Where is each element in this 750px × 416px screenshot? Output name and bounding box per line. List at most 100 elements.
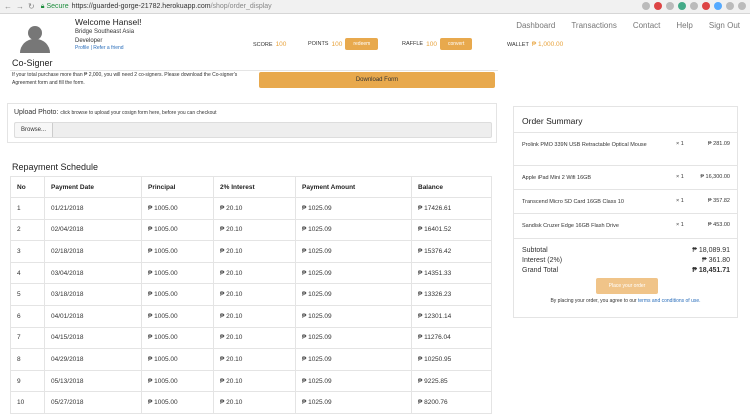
nav-dashboard[interactable]: Dashboard (516, 21, 555, 30)
table-cell: 05/27/2018 (44, 391, 142, 414)
terms-note: By placing your order, you agree to our … (514, 298, 737, 304)
table-cell: 9 (10, 369, 45, 393)
extension-icon[interactable] (678, 2, 686, 10)
browse-button[interactable]: Browse... (15, 123, 54, 137)
col-balance: Balance (411, 176, 492, 198)
nav-contact[interactable]: Contact (633, 21, 661, 30)
table-cell: ₱ 14351.33 (411, 261, 492, 285)
main-nav: Dashboard Transactions Contact Help Sign… (516, 21, 740, 30)
table-row: 1 01/21/2018 ₱ 1005.00 ₱ 20.10 ₱ 1025.09 ₱ 17… (10, 197, 492, 220)
table-cell: 6 (10, 304, 45, 328)
item-name: Transcend Micro SD Card 16GB Class 10 (522, 199, 624, 205)
table-cell: 01/21/2018 (44, 197, 142, 220)
table-cell: ₱ 17426.61 (411, 197, 492, 220)
subtotal-value: ₱ 18,089.91 (692, 247, 730, 254)
table-cell: ₱ 1005.00 (141, 348, 214, 371)
table-cell: 1 (10, 197, 45, 220)
file-input[interactable]: Browse... (14, 122, 492, 138)
address-bar[interactable]: https://guarded-gorge-21782.herokuapp.co… (72, 3, 272, 10)
table-cell: ₱ 12301.14 (411, 304, 492, 328)
table-cell: ₱ 20.10 (213, 369, 296, 393)
table-cell: 02/04/2018 (44, 218, 142, 242)
table-cell: ₱ 1005.00 (141, 197, 214, 220)
table-row: 9 05/13/2018 ₱ 1005.00 ₱ 20.10 ₱ 1025.09 ₱ 92… (10, 369, 492, 393)
item-qty: × 1 (676, 141, 684, 147)
nav-help[interactable]: Help (676, 21, 692, 30)
wallet-label: WALLET (507, 41, 529, 48)
table-cell: 8 (10, 348, 45, 371)
subtotal-label: Subtotal (522, 247, 548, 254)
extension-icon[interactable] (690, 2, 698, 10)
score-label: SCORE (253, 41, 273, 48)
points-label: POINTS (308, 41, 329, 47)
download-form-button[interactable]: Download Form (259, 72, 495, 88)
profile-links: Profile | Refer a friend (75, 45, 124, 51)
table-cell: 7 (10, 326, 45, 350)
cosigner-title: Co-Signer (12, 58, 53, 68)
summary-title: Order Summary (522, 116, 583, 126)
refer-friend-link[interactable]: Refer a friend (93, 45, 123, 51)
url-host: https://guarded-gorge-21782.herokuapp.co… (71, 3, 211, 10)
extension-icon[interactable] (654, 2, 662, 10)
redeem-button[interactable]: redeem (345, 38, 379, 50)
table-cell: ₱ 1005.00 (141, 240, 214, 263)
extension-icon[interactable] (702, 2, 710, 10)
reload-icon[interactable]: ↻ (28, 2, 35, 11)
table-cell: ₱ 20.10 (213, 304, 296, 328)
forward-icon[interactable]: → (16, 2, 24, 11)
table-cell: ₱ 1025.09 (295, 218, 412, 242)
score-stat: SCORE 100 (253, 41, 286, 48)
extension-icon[interactable] (738, 2, 746, 10)
col-no: No (10, 176, 45, 198)
link-separator: | (90, 45, 92, 51)
extension-icon[interactable] (666, 2, 674, 10)
table-cell: ₱ 20.10 (213, 240, 296, 263)
site-header: Welcome Hansel! Bridge Southeast Asia De… (0, 14, 750, 60)
divider (514, 132, 737, 133)
divider (514, 238, 737, 239)
item-qty: × 1 (676, 174, 684, 180)
schedule-title: Repayment Schedule (12, 162, 99, 172)
url-path: /shop/order_display (210, 3, 272, 10)
secure-label: Secure (46, 3, 69, 10)
item-name: Apple iPad Mini 2 Wifi 16GB (522, 175, 592, 181)
extension-icon[interactable] (642, 2, 650, 10)
table-cell: ₱ 1025.09 (295, 240, 412, 263)
table-cell: ₱ 1025.09 (295, 326, 412, 350)
raffle-stat: RAFFLE 100 convert (402, 38, 473, 50)
table-cell: 03/04/2018 (44, 261, 142, 285)
points-value: 100 (331, 40, 343, 48)
points-stat: POINTS 100 redeem (308, 38, 379, 50)
extension-icon[interactable] (714, 2, 722, 10)
nav-transactions[interactable]: Transactions (571, 21, 617, 30)
grand-total-value: ₱ 18,451.71 (692, 267, 730, 274)
item-price: ₱ 16,300.00 (700, 174, 730, 180)
table-cell: 02/18/2018 (44, 240, 142, 263)
table-cell: 04/15/2018 (44, 326, 142, 350)
user-org: Bridge Southeast Asia Developer (75, 28, 134, 45)
col-payment-amount: Payment Amount (295, 176, 412, 198)
table-header-row: No Payment Date Principal 2% Interest Pa… (10, 176, 492, 198)
table-cell: 3 (10, 240, 45, 263)
table-cell: ₱ 1025.09 (295, 304, 412, 328)
nav-sign-out[interactable]: Sign Out (709, 21, 740, 30)
item-price: ₱ 281.09 (707, 141, 730, 147)
place-order-button[interactable]: Place your order (596, 278, 658, 294)
back-icon[interactable]: ← (4, 2, 12, 11)
wallet-value: ₱ 1,000.00 (531, 41, 564, 48)
profile-link[interactable]: Profile (75, 45, 89, 51)
table-cell: ₱ 1005.00 (141, 261, 214, 285)
extension-icon[interactable] (726, 2, 734, 10)
divider (514, 165, 737, 166)
table-cell: ₱ 1025.09 (295, 348, 412, 371)
score-value: 100 (275, 41, 287, 48)
table-cell: ₱ 1005.00 (141, 218, 214, 242)
col-payment-date: Payment Date (44, 176, 142, 198)
table-cell: ₱ 8200.76 (411, 391, 492, 414)
order-summary: Order Summary Prolink PMO 339N USB Retra… (513, 106, 738, 318)
wallet-stat: WALLET ₱ 1,000.00 (507, 41, 563, 48)
convert-button[interactable]: convert (439, 38, 473, 50)
terms-link[interactable]: terms and conditions of use. (638, 298, 701, 304)
upload-title: Upload Photo: (14, 109, 59, 116)
item-price: ₱ 453.00 (707, 222, 730, 228)
